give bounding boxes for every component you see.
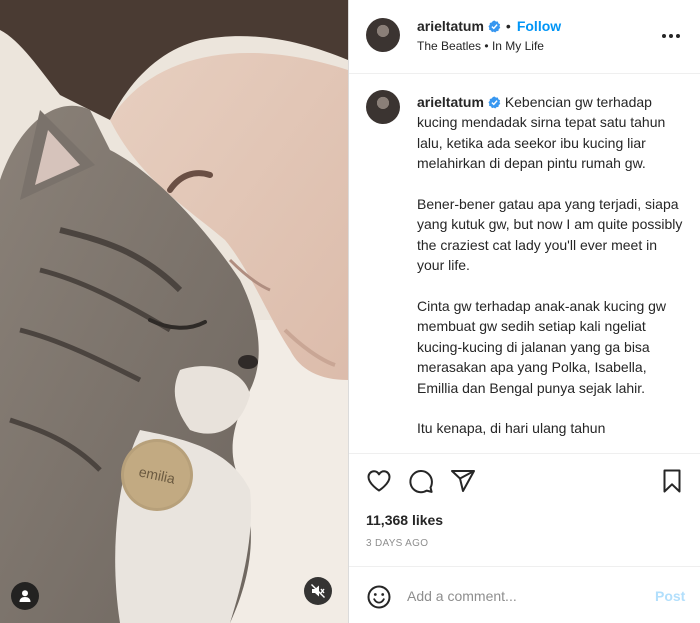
caption-paragraph-3: Cinta gw terhadap anak-anak kucing gw me…: [417, 298, 667, 396]
cat-and-woman-photo: emilia: [0, 0, 348, 623]
post-header: arieltatum • Follow The Beatles • In My L…: [349, 0, 700, 74]
follow-button[interactable]: Follow: [517, 18, 561, 34]
caption-paragraph-4: Itu kenapa, di hari ulang tahun: [417, 420, 606, 437]
comment-bar: Post: [349, 566, 700, 623]
heart-icon[interactable]: [366, 468, 392, 494]
post-media[interactable]: emilia: [0, 0, 348, 623]
audio-title: In My Life: [491, 39, 544, 53]
post-detail-panel: arieltatum • Follow The Beatles • In My L…: [349, 0, 700, 623]
mute-icon: [311, 584, 325, 598]
author-avatar[interactable]: [366, 18, 400, 52]
user-tag-button[interactable]: [11, 582, 39, 610]
author-line: arieltatum • Follow: [417, 18, 561, 34]
caption-paragraph-2: Bener-bener gatau apa yang terjadi, siap…: [417, 196, 683, 274]
more-options-icon[interactable]: [659, 26, 683, 46]
emoji-icon[interactable]: [366, 584, 392, 610]
audio-separator: •: [484, 39, 489, 53]
audio-artist: The Beatles: [417, 39, 482, 53]
audio-info[interactable]: The Beatles • In My Life: [417, 39, 544, 53]
post-date[interactable]: 3 DAYS AGO: [366, 538, 428, 549]
caption: arieltatum Kebencian gw terhadap kucing …: [417, 92, 687, 453]
caption-author-avatar[interactable]: [366, 90, 400, 124]
verified-icon: [488, 20, 501, 33]
caption-paragraph-1: arieltatum Kebencian gw terhadap kucing …: [417, 92, 687, 174]
post-comment-button[interactable]: Post: [655, 588, 685, 604]
caption-username[interactable]: arieltatum: [417, 94, 484, 110]
comment-icon[interactable]: [408, 468, 434, 494]
caption-scroll-area[interactable]: arieltatum Kebencian gw terhadap kucing …: [349, 75, 700, 453]
verified-icon: [488, 96, 501, 109]
mute-button[interactable]: [304, 577, 332, 605]
header-separator: •: [505, 18, 511, 34]
comment-input[interactable]: [407, 585, 637, 607]
author-username[interactable]: arieltatum: [417, 18, 484, 34]
share-icon[interactable]: [450, 468, 476, 494]
bookmark-icon[interactable]: [659, 468, 685, 494]
user-tag-icon: [19, 590, 31, 602]
likes-count[interactable]: 11,368 likes: [366, 512, 443, 528]
actions-divider: [349, 453, 700, 454]
